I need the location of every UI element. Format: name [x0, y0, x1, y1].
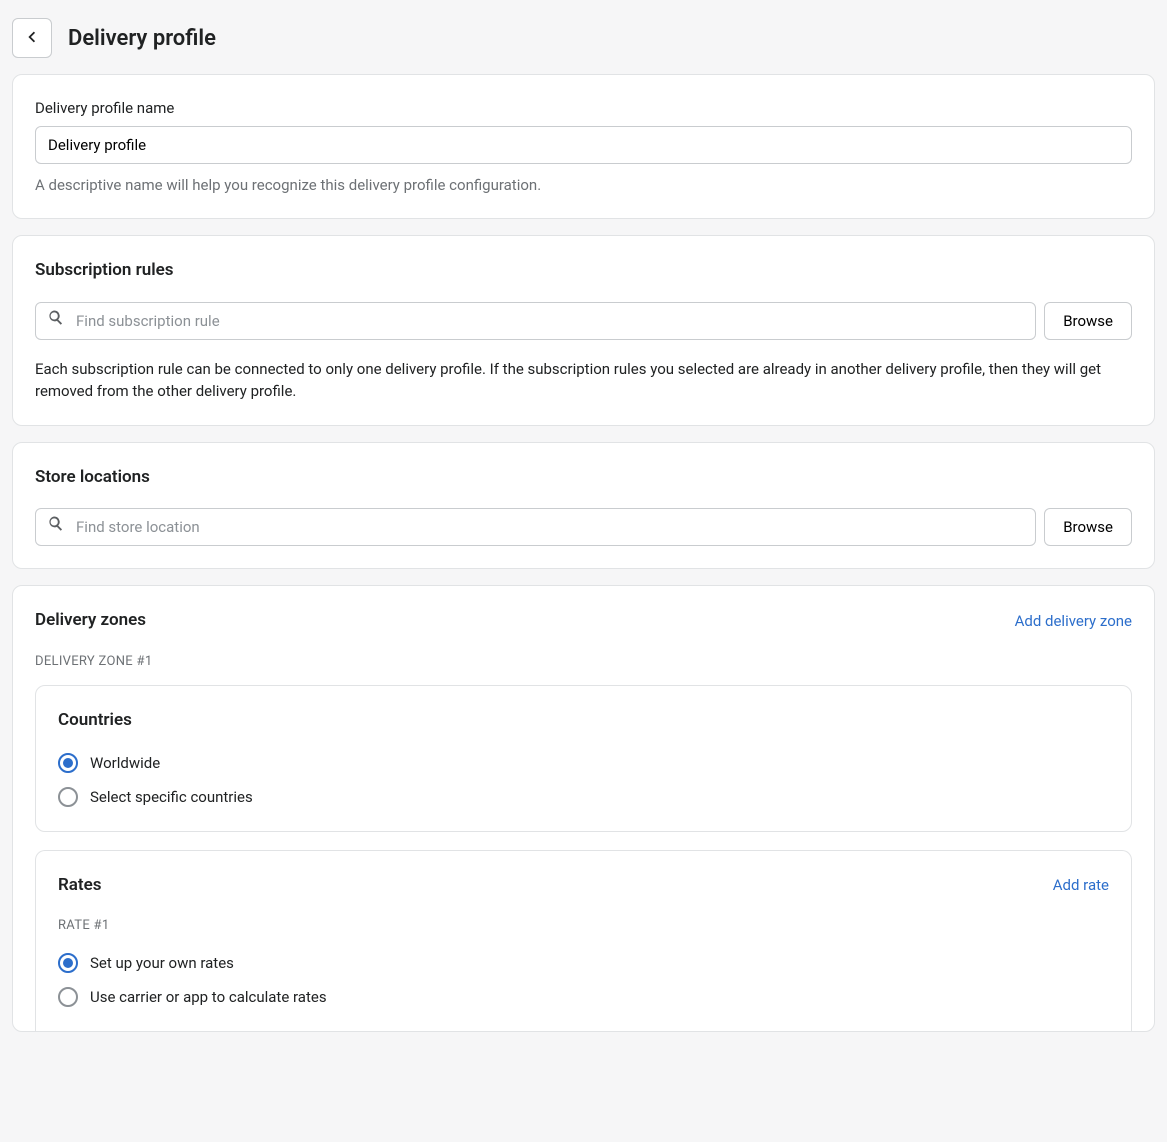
countries-radio-worldwide[interactable]: Worldwide	[58, 752, 1109, 775]
radio-icon	[58, 953, 78, 973]
locations-title: Store locations	[35, 465, 1132, 491]
radio-label: Use carrier or app to calculate rates	[90, 986, 327, 1009]
zones-card: Delivery zones Add delivery zone DELIVER…	[12, 585, 1155, 1032]
countries-subcard: Countries Worldwide Select specific coun…	[35, 685, 1132, 832]
subscription-title: Subscription rules	[35, 258, 1132, 284]
rates-radio-group: Set up your own rates Use carrier or app…	[58, 952, 1109, 1009]
radio-icon	[58, 987, 78, 1007]
countries-title: Countries	[58, 708, 1109, 734]
rates-title: Rates	[58, 873, 102, 899]
zone-heading: DELIVERY ZONE #1	[35, 652, 1132, 672]
subscription-browse-button[interactable]: Browse	[1044, 302, 1132, 340]
radio-icon	[58, 787, 78, 807]
name-card: Delivery profile name A descriptive name…	[12, 74, 1155, 219]
locations-search-input[interactable]	[35, 508, 1036, 546]
page-title: Delivery profile	[68, 22, 216, 55]
radio-label: Select specific countries	[90, 786, 253, 809]
rate-heading: RATE #1	[58, 916, 1109, 936]
name-label: Delivery profile name	[35, 97, 1132, 120]
countries-radio-specific[interactable]: Select specific countries	[58, 786, 1109, 809]
countries-radio-group: Worldwide Select specific countries	[58, 752, 1109, 809]
radio-label: Set up your own rates	[90, 952, 234, 975]
subscription-note: Each subscription rule can be connected …	[35, 358, 1132, 403]
rate-radio-own[interactable]: Set up your own rates	[58, 952, 1109, 975]
radio-label: Worldwide	[90, 752, 160, 775]
add-zone-button[interactable]: Add delivery zone	[1015, 612, 1132, 630]
arrow-left-icon	[23, 28, 41, 49]
zones-title: Delivery zones	[35, 608, 146, 634]
locations-browse-button[interactable]: Browse	[1044, 508, 1132, 546]
radio-icon	[58, 753, 78, 773]
add-rate-button[interactable]: Add rate	[1053, 876, 1109, 894]
page-header: Delivery profile	[12, 12, 1155, 74]
name-helper: A descriptive name will help you recogni…	[35, 174, 1132, 197]
back-button[interactable]	[12, 18, 52, 58]
rate-radio-carrier[interactable]: Use carrier or app to calculate rates	[58, 986, 1109, 1009]
name-input[interactable]	[35, 126, 1132, 164]
subscription-card: Subscription rules Browse Each subscript…	[12, 235, 1155, 426]
rates-subcard: Rates Add rate RATE #1 Set up your own r…	[35, 850, 1132, 1031]
subscription-search-input[interactable]	[35, 302, 1036, 340]
locations-card: Store locations Browse	[12, 442, 1155, 570]
